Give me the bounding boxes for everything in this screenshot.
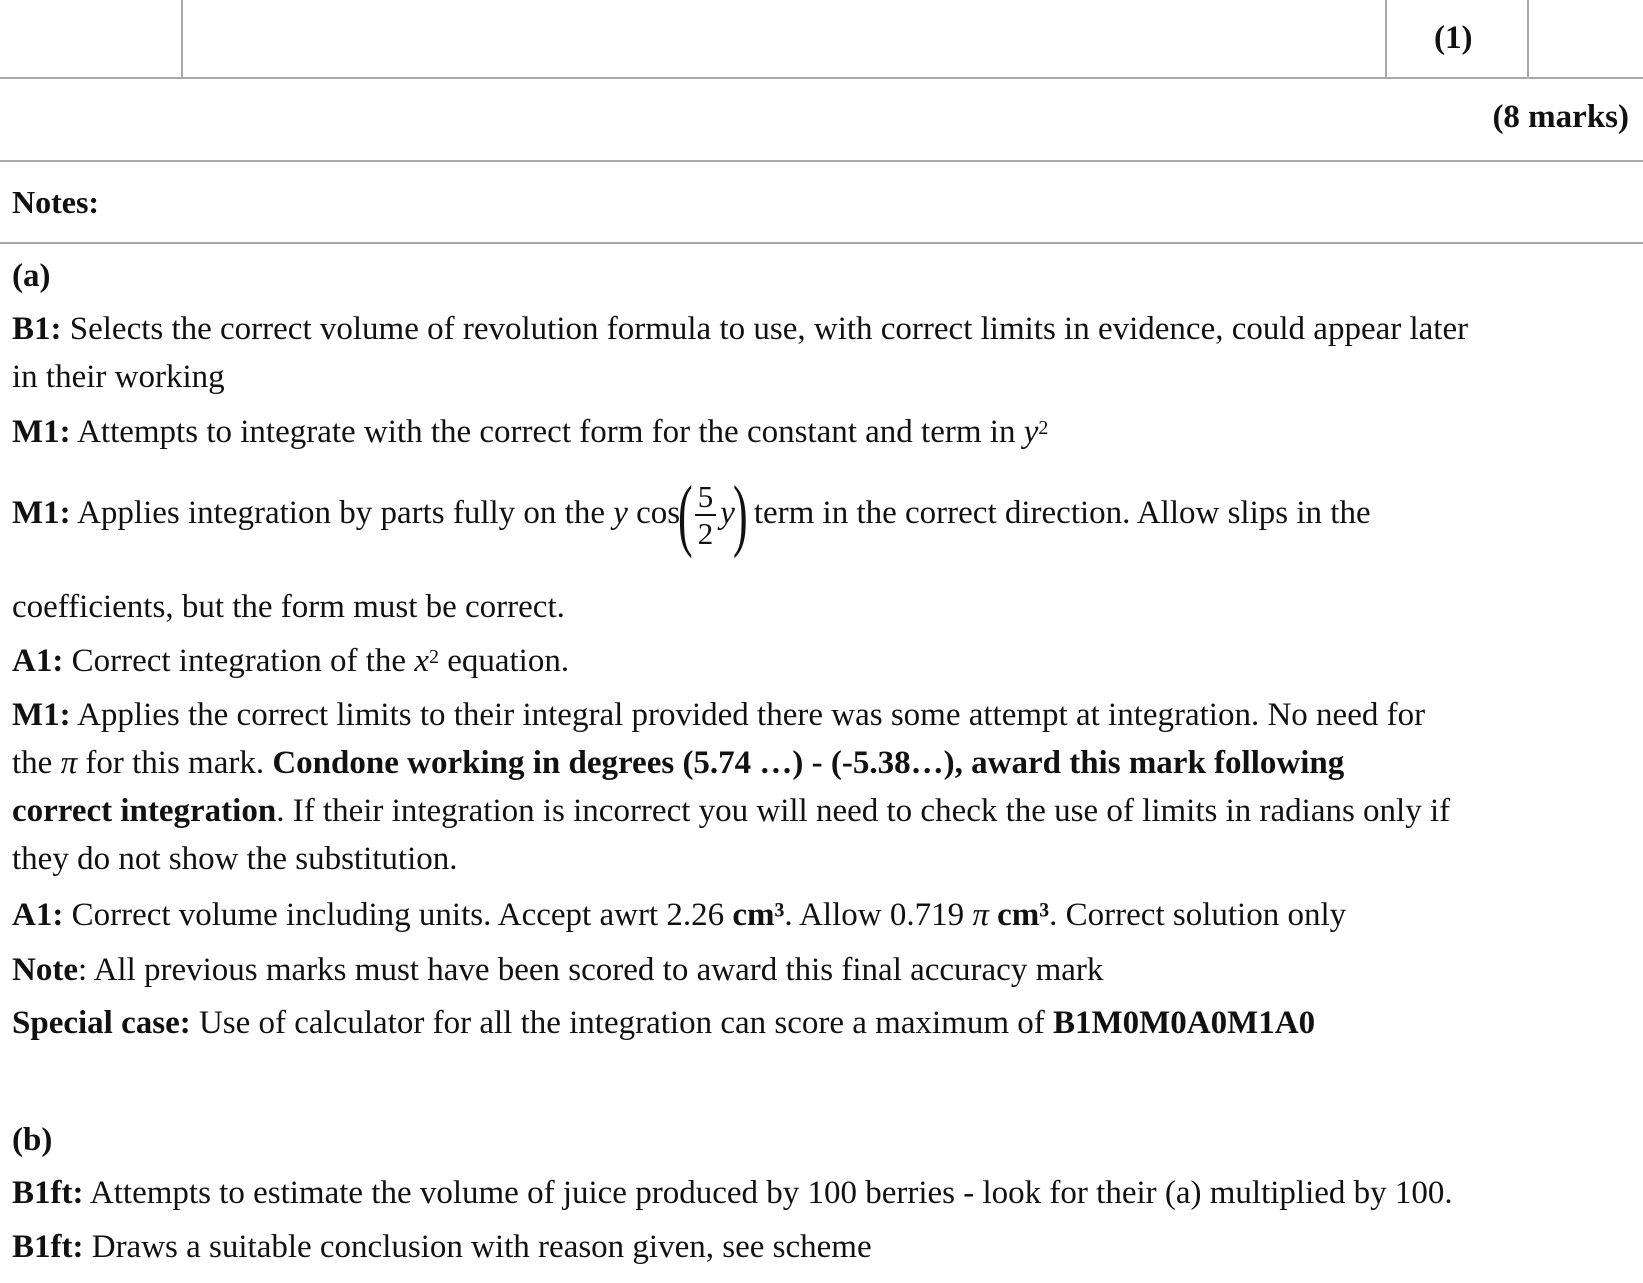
note-m1-limits: M1: Applies the correct limits to their … [12, 697, 1426, 733]
note-a1-integration: A1: Correct integration of the x2 equati… [12, 643, 570, 679]
fraction-five-halves: 52 [694, 481, 717, 549]
note-m1-parts: M1: Applies integration by parts fully o… [12, 471, 1371, 560]
note-final-accuracy: Note: All previous marks must have been … [12, 952, 1104, 988]
question-mark-value: (1) [1434, 20, 1473, 56]
note-b1ft-estimate: B1ft: Attempts to estimate the volume of… [12, 1175, 1453, 1211]
total-marks: (8 marks) [1492, 99, 1629, 135]
mark-scheme-page: (1) (8 marks) Notes: (a) B1: Selects the… [0, 0, 1643, 1283]
table-rule [0, 160, 1643, 162]
part-b-label: (b) [12, 1122, 53, 1158]
note-m1-limits-line2: the π for this mark. Condone working in … [12, 745, 1345, 781]
part-a-label: (a) [12, 258, 51, 294]
notes-label: Notes: [12, 184, 100, 220]
note-special-case: Special case: Use of calculator for all … [12, 1005, 1316, 1041]
table-divider [181, 0, 183, 79]
note-m1-parts-continued: coefficients, but the form must be corre… [12, 589, 565, 625]
note-a1-volume: A1: Correct volume including units. Acce… [12, 897, 1347, 933]
note-m1-limits-line4: they do not show the substitution. [12, 841, 458, 877]
note-m1-limits-line3: correct integration. If their integratio… [12, 793, 1451, 829]
note-b1-continued: in their working [12, 359, 225, 395]
note-m1-integrate: M1: Attempts to integrate with the corre… [12, 414, 1049, 450]
note-b1: B1: Selects the correct volume of revolu… [12, 311, 1469, 347]
note-b1ft-conclusion: B1ft: Draws a suitable conclusion with r… [12, 1229, 872, 1265]
table-divider [1527, 0, 1529, 79]
table-rule [0, 242, 1643, 244]
table-divider [1385, 0, 1387, 79]
table-rule [0, 77, 1643, 79]
